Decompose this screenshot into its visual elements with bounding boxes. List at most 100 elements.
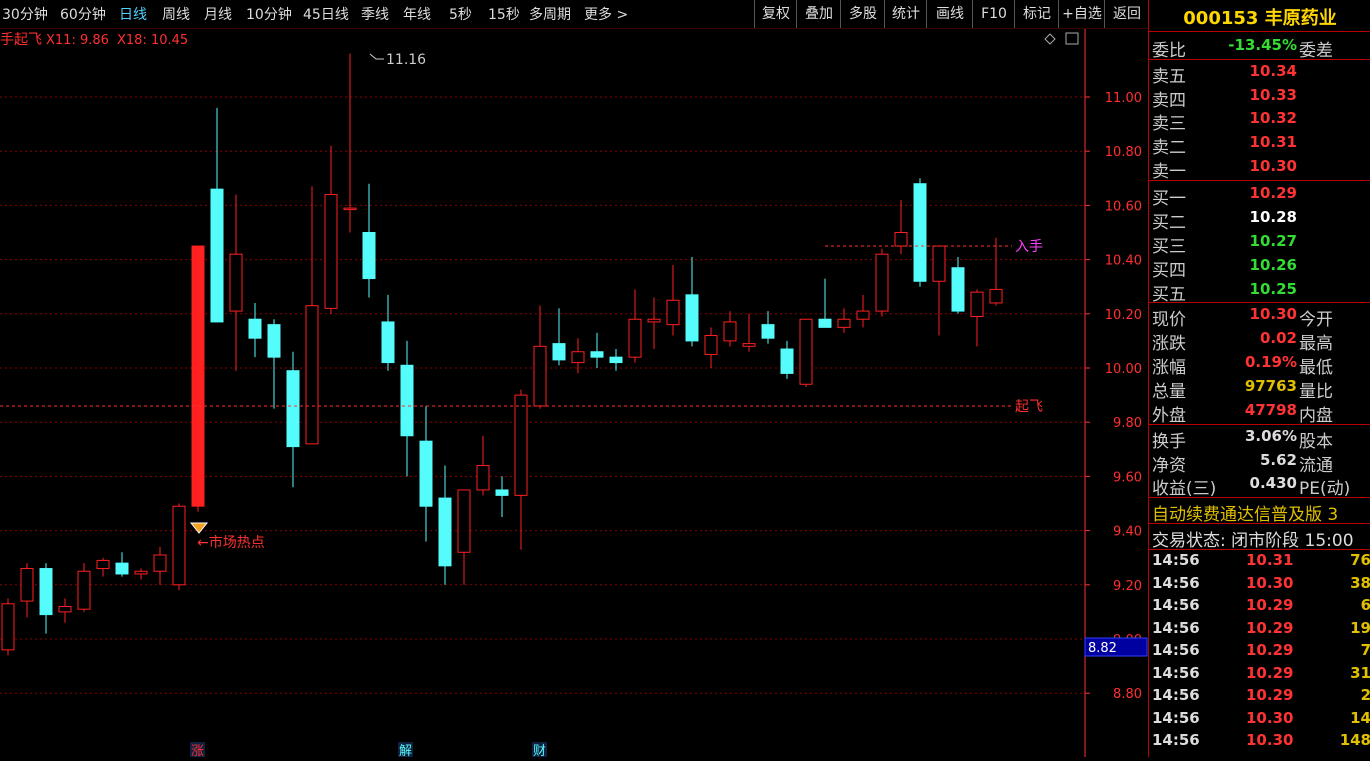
tool-button-6[interactable]: 标记 xyxy=(1014,0,1059,28)
diamond-toggle-icon[interactable] xyxy=(1044,33,1056,45)
candle[interactable] xyxy=(761,311,775,344)
period-tab-6[interactable]: 45日线 xyxy=(303,4,349,24)
tick-time: 14:56 xyxy=(1152,731,1200,749)
candle[interactable] xyxy=(267,319,281,409)
candle[interactable] xyxy=(210,107,224,323)
period-tab-10[interactable]: 15秒 xyxy=(488,4,520,24)
quote-row-value: 10.29 xyxy=(1249,184,1297,202)
tick-volume: 19 xyxy=(1350,618,1370,637)
candle[interactable] xyxy=(229,194,243,371)
candle[interactable] xyxy=(989,237,1003,306)
candle[interactable] xyxy=(438,465,452,585)
candle[interactable] xyxy=(837,308,851,333)
candle[interactable] xyxy=(970,289,984,347)
candle[interactable] xyxy=(932,245,946,336)
period-tab-9[interactable]: 5秒 xyxy=(449,4,472,24)
candle[interactable] xyxy=(951,256,965,314)
candle[interactable] xyxy=(818,278,832,328)
candle[interactable] xyxy=(172,503,186,591)
period-tab-8[interactable]: 年线 xyxy=(403,4,431,24)
candle[interactable] xyxy=(628,289,642,363)
period-tab-12[interactable]: 更多 > xyxy=(584,4,628,24)
candle[interactable] xyxy=(704,327,718,368)
candle[interactable] xyxy=(39,563,53,634)
window-restore-icon[interactable] xyxy=(1065,32,1079,45)
period-toolbar: 30分钟 60分钟 日线 周线 月线 10分钟 45日线 季线 年线 5秒 15秒 多周期 更多 > 复权… xyxy=(0,0,1148,29)
period-tab-11[interactable]: 多周期 xyxy=(529,4,571,24)
promo-banner[interactable]: 自动续费通达信普及版 3 xyxy=(1152,500,1338,525)
candle[interactable] xyxy=(153,546,167,585)
quote-row: 现价 10.30 今开 xyxy=(1149,304,1370,330)
period-tab-5[interactable]: 10分钟 xyxy=(246,4,292,24)
candle[interactable] xyxy=(609,349,623,371)
tool-button-3[interactable]: 统计 xyxy=(884,0,927,28)
candle[interactable] xyxy=(324,145,338,314)
y-tick-label: 11.00 xyxy=(1105,91,1142,106)
tool-button-8[interactable]: 返回 xyxy=(1104,0,1149,28)
period-tab-3[interactable]: 周线 xyxy=(162,4,190,24)
tool-button-2[interactable]: 多股 xyxy=(840,0,885,28)
stock-title[interactable]: 000153 丰原药业 xyxy=(1149,4,1370,30)
candle[interactable] xyxy=(514,389,528,550)
candle[interactable] xyxy=(875,248,889,317)
quote-row-right-label: 最高 xyxy=(1299,334,1333,354)
candle[interactable] xyxy=(20,563,34,618)
candle[interactable] xyxy=(533,305,547,409)
candle[interactable] xyxy=(856,294,870,328)
event-marker[interactable]: 涨 xyxy=(191,744,204,759)
candle[interactable] xyxy=(305,186,319,445)
candle[interactable] xyxy=(77,563,91,612)
tick-row: 14:56 10.29 2 xyxy=(1149,686,1370,708)
tool-button-7[interactable]: +自选 xyxy=(1058,0,1105,28)
y-tick-label: 8.80 xyxy=(1113,687,1142,702)
candle[interactable] xyxy=(286,351,300,488)
quote-row-label: 买四 xyxy=(1152,261,1186,281)
candle[interactable] xyxy=(115,552,129,577)
candle[interactable] xyxy=(58,598,72,623)
tool-button-0[interactable]: 复权 xyxy=(754,0,797,28)
candle[interactable] xyxy=(362,183,376,298)
candle[interactable] xyxy=(780,340,794,379)
period-tab-1[interactable]: 60分钟 xyxy=(60,4,106,24)
quote-row: 卖四 10.33 xyxy=(1149,85,1370,111)
candle[interactable] xyxy=(134,568,148,580)
price-tag: 8.82 xyxy=(1088,641,1117,656)
tick-row: 14:56 10.30 14 xyxy=(1149,709,1370,731)
quote-row: 卖二 10.31 xyxy=(1149,132,1370,158)
tool-button-5[interactable]: F10 xyxy=(972,0,1015,28)
candle[interactable] xyxy=(381,294,395,371)
candle[interactable] xyxy=(590,332,604,368)
candle[interactable] xyxy=(495,476,509,518)
candle[interactable] xyxy=(96,557,110,577)
candle[interactable] xyxy=(742,313,756,352)
tool-button-4[interactable]: 画线 xyxy=(926,0,973,28)
tick-time: 14:56 xyxy=(1152,551,1200,569)
period-tab-4[interactable]: 月线 xyxy=(204,4,232,24)
tick-time: 14:56 xyxy=(1152,663,1200,682)
candle[interactable] xyxy=(1,598,15,656)
candle[interactable] xyxy=(723,311,737,347)
quote-row-value: 97763 xyxy=(1244,377,1297,395)
event-marker[interactable]: 财 xyxy=(533,744,546,759)
period-tab-7[interactable]: 季线 xyxy=(361,4,389,24)
candle[interactable] xyxy=(457,489,471,585)
candle[interactable] xyxy=(799,318,813,387)
candle[interactable] xyxy=(571,338,585,374)
candle[interactable] xyxy=(685,256,699,347)
candle[interactable] xyxy=(647,297,661,350)
event-marker[interactable]: 解 xyxy=(399,744,412,759)
candle[interactable] xyxy=(400,340,414,477)
period-tab-2[interactable]: 日线 xyxy=(119,4,147,24)
candle[interactable] xyxy=(913,178,927,287)
tool-button-1[interactable]: 叠加 xyxy=(796,0,841,28)
candle[interactable] xyxy=(552,308,566,366)
tick-volume: 148 xyxy=(1339,731,1370,749)
candle[interactable] xyxy=(191,245,205,512)
candle[interactable] xyxy=(666,265,680,336)
period-tab-0[interactable]: 30分钟 xyxy=(2,4,48,24)
buy-label: 入手 xyxy=(1015,239,1043,255)
candle[interactable] xyxy=(419,405,433,542)
candle[interactable] xyxy=(248,302,262,358)
kline-chart[interactable]: 11.00 10.80 10.60 10.40 10.20 10.00 9.80 9.60 9.… xyxy=(0,29,1148,759)
candle[interactable] xyxy=(476,435,490,496)
